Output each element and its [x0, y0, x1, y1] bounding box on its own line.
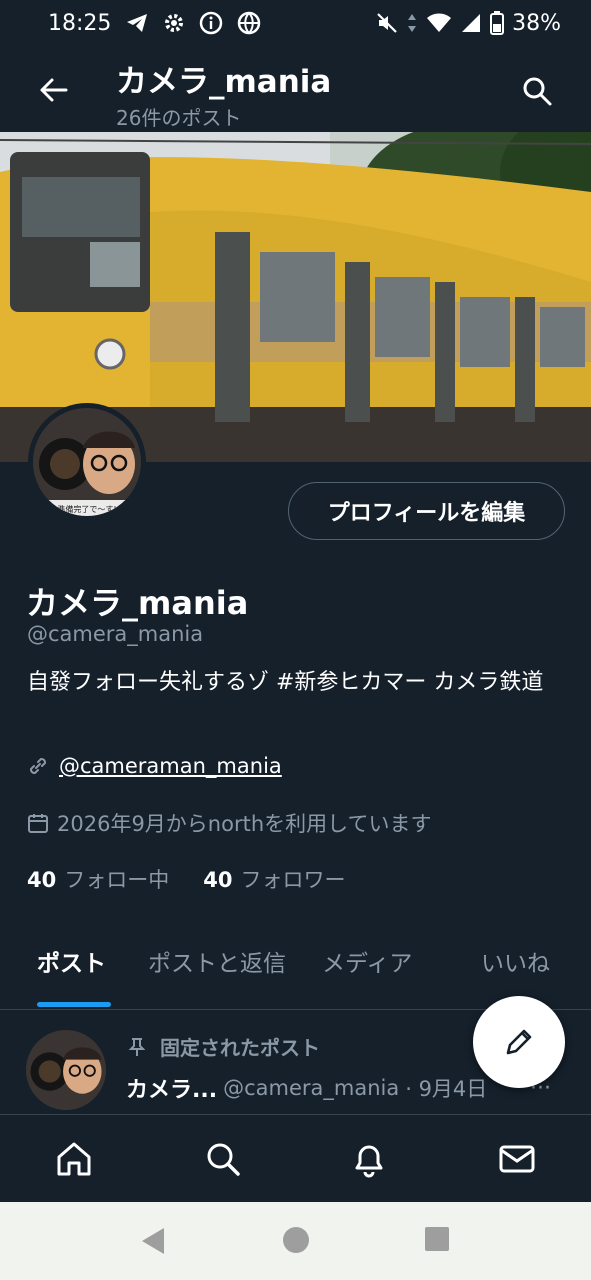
edit-profile-button[interactable]: プロフィールを編集: [288, 482, 565, 540]
home-circle-icon[interactable]: [282, 1226, 310, 1254]
post-header: カメラ... @camera_mania · 9月4日: [126, 1072, 487, 1104]
post-count: 26件のポスト: [116, 106, 242, 130]
post-date: · 9月4日: [405, 1077, 488, 1101]
back-triangle-icon[interactable]: [140, 1226, 166, 1256]
pinned-indicator: 固定されたポスト: [128, 1032, 320, 1061]
status-left: 18:25: [48, 11, 261, 36]
search-icon[interactable]: [203, 1139, 243, 1179]
profile-avatar[interactable]: 準備完了で〜す!: [28, 403, 146, 521]
link-icon: [29, 757, 47, 775]
battery-icon: [490, 11, 505, 35]
bottom-nav: [0, 1114, 591, 1202]
info-icon: [200, 11, 223, 35]
active-tab-indicator: [37, 1002, 111, 1007]
joined-row: 2026年9月からnorthを利用しています: [27, 808, 432, 838]
post-avatar[interactable]: [26, 1030, 106, 1110]
avatar-caption: 準備完了で〜す!: [57, 504, 116, 514]
following-count: 40: [27, 868, 57, 892]
profile-name: カメラ_mania: [26, 584, 249, 622]
compose-post-button[interactable]: [473, 996, 565, 1088]
telegram-icon: [127, 14, 148, 32]
tab-likes[interactable]: いいね: [481, 944, 550, 978]
followers-stat[interactable]: 40 フォロワー: [203, 864, 345, 894]
header-title: カメラ_mania: [116, 64, 332, 100]
mute-icon: [377, 13, 397, 33]
profile-bio: 自發フォロー失礼するゾ #新参ヒカマー カメラ鉄道: [27, 670, 544, 695]
pencil-icon: [506, 1029, 532, 1055]
vpn-globe-icon: [238, 11, 261, 35]
battery-percent: 38%: [512, 10, 561, 36]
status-time: 18:25: [48, 10, 112, 36]
joined-text: 2026年9月からnorthを利用しています: [57, 812, 432, 836]
home-icon[interactable]: [54, 1139, 94, 1179]
signal-icon: [462, 14, 481, 32]
follow-stats: 40 フォロー中 40 フォロワー: [27, 864, 345, 894]
status-right: 38%: [376, 11, 561, 36]
data-arrows-icon: [408, 14, 417, 32]
back-arrow-icon[interactable]: [34, 70, 74, 110]
wifi-icon: [427, 13, 452, 32]
following-stat[interactable]: 40 フォロー中: [27, 864, 169, 894]
search-icon[interactable]: [520, 74, 554, 108]
post-author-name: カメラ...: [126, 1078, 218, 1103]
bell-icon[interactable]: [349, 1139, 389, 1179]
following-label: フォロー中: [64, 868, 170, 892]
tab-media[interactable]: メディア: [322, 944, 412, 978]
mail-icon[interactable]: [497, 1139, 537, 1179]
app-header: カメラ_mania 26件のポスト: [0, 46, 591, 132]
post-author-handle: @camera_mania: [223, 1076, 400, 1100]
pinned-label: 固定されたポスト: [160, 1036, 320, 1060]
followers-count: 40: [203, 868, 233, 892]
profile-handle: @camera_mania: [27, 622, 204, 646]
avatar-image: 準備完了で〜す!: [33, 408, 141, 516]
tab-posts-and-replies[interactable]: ポストと返信: [148, 944, 286, 978]
pin-icon: [128, 1037, 146, 1056]
post-avatar-image: [26, 1030, 106, 1110]
profile-link-row: @cameraman_mania: [27, 754, 282, 778]
recents-square-icon[interactable]: [424, 1226, 450, 1252]
status-bar: 18:25 38%: [0, 0, 591, 46]
profile-link[interactable]: @cameraman_mania: [59, 754, 282, 778]
calendar-icon: [28, 814, 48, 833]
followers-label: フォロワー: [240, 868, 346, 892]
system-nav-bar: [0, 1202, 591, 1280]
settings-icon: [165, 14, 184, 32]
tab-posts[interactable]: ポスト: [37, 944, 106, 978]
